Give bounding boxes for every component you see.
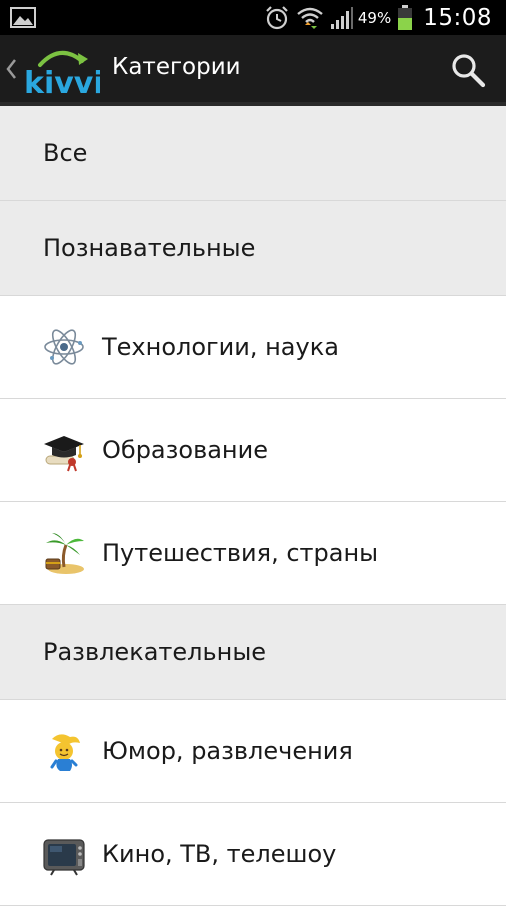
category-group-educational[interactable]: Познавательные bbox=[0, 201, 506, 296]
jester-icon bbox=[50, 734, 80, 771]
battery-percent: 49% bbox=[357, 8, 392, 27]
category-label: Кино, ТВ, телешоу bbox=[102, 840, 337, 868]
category-movies-tv[interactable]: Кино, ТВ, телешоу bbox=[0, 803, 506, 906]
category-tech-science[interactable]: Технологии, наука bbox=[0, 296, 506, 399]
tv-icon bbox=[43, 839, 85, 876]
status-bar: 49% 15:08 bbox=[0, 0, 506, 35]
alarm-icon bbox=[266, 5, 288, 29]
battery-icon bbox=[398, 4, 413, 30]
palm-island-icon bbox=[45, 533, 84, 574]
back-chevron-icon[interactable] bbox=[4, 57, 18, 81]
signal-icon bbox=[330, 6, 353, 29]
category-travel[interactable]: Путешествия, страны bbox=[0, 502, 506, 605]
category-list: Все Познавательные Технологии, наука Обр… bbox=[0, 106, 506, 906]
category-label: Путешествия, страны bbox=[102, 539, 379, 567]
category-label: Все bbox=[43, 139, 88, 167]
category-label: Развлекательные bbox=[43, 638, 267, 666]
kivvi-logo[interactable]: kivvi bbox=[22, 45, 100, 97]
graduation-cap-icon bbox=[44, 436, 84, 472]
clock: 15:08 bbox=[423, 4, 492, 31]
category-label: Познавательные bbox=[43, 234, 256, 262]
category-group-entertainment[interactable]: Развлекательные bbox=[0, 605, 506, 700]
logo-text: kivvi bbox=[24, 66, 100, 97]
action-bar: kivvi Категории bbox=[0, 35, 506, 106]
category-education[interactable]: Образование bbox=[0, 399, 506, 502]
category-label: Образование bbox=[102, 436, 268, 464]
category-all[interactable]: Все bbox=[0, 106, 506, 201]
atom-icon bbox=[44, 329, 84, 365]
gallery-icon bbox=[10, 7, 36, 28]
search-icon[interactable] bbox=[450, 52, 486, 88]
category-label: Технологии, наука bbox=[102, 333, 339, 361]
wifi-icon bbox=[297, 7, 323, 29]
screen-title: Категории bbox=[112, 54, 241, 80]
category-label: Юмор, развлечения bbox=[102, 737, 353, 765]
category-humor[interactable]: Юмор, развлечения bbox=[0, 700, 506, 803]
